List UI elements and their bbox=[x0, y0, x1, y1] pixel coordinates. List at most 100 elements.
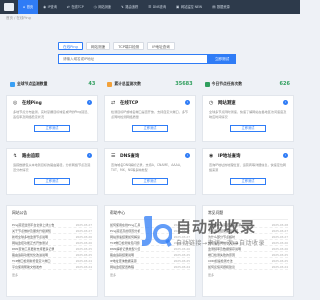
stat-value: 43 bbox=[88, 81, 96, 87]
list-item-title[interactable]: 网站监控配置教程 bbox=[110, 265, 134, 269]
tab-speed[interactable]: 网站测速 bbox=[85, 42, 111, 50]
info-icon: i bbox=[87, 100, 92, 105]
dns-icon: ☰ bbox=[148, 5, 152, 9]
list-item-date: 2025-03-25 bbox=[75, 246, 92, 251]
nav-item-tcp[interactable]: ⇄ 在线TCP bbox=[62, 0, 89, 14]
breadcrumb: 首页 / 在线Ping bbox=[6, 16, 31, 20]
test-button[interactable]: 立即测试 bbox=[34, 178, 70, 185]
main-nav: ⌂ 首页 ◉ IP查询 ⇄ 在线TCP ◷ 网站测速 ↯ 路由追踪 ☰ DNS查询 ▣ 网站监… bbox=[18, 0, 235, 14]
list-item-title[interactable]: 为什么部分节点超时 bbox=[208, 235, 235, 239]
nav-item-data[interactable]: ▤ 数据资源 bbox=[207, 0, 235, 14]
tab-tcp[interactable]: TCP端口检测 bbox=[113, 42, 145, 50]
nav-item-speed[interactable]: ◷ 网站测速 bbox=[89, 0, 116, 14]
list-item-title[interactable]: DNS解析记录类型介绍 bbox=[110, 247, 140, 251]
route-icon: ↯ bbox=[120, 5, 124, 9]
more-link[interactable]: 更多 bbox=[208, 273, 288, 277]
list-item-title[interactable]: TCP端口检测新增自定义端口 bbox=[12, 259, 51, 263]
more-link[interactable]: 更多 bbox=[110, 273, 190, 277]
site-logo[interactable] bbox=[4, 3, 14, 11]
list-item-date: 2025-03-26 bbox=[271, 246, 288, 251]
route-icon: ↯ bbox=[13, 153, 18, 159]
list-item-title[interactable]: 网站监控功能正式开放测试 bbox=[12, 241, 48, 245]
list-item-title[interactable]: 什么是Ping延迟及丢包率 bbox=[208, 223, 241, 227]
list-item-date: 2025-03-24 bbox=[271, 264, 288, 269]
list-item[interactable]: 如何反馈问题和建议 2025-03-24 bbox=[208, 264, 288, 270]
list-item[interactable]: 网站监控配置教程 2025-03-24 bbox=[110, 264, 190, 270]
ip-icon: ◉ bbox=[209, 153, 214, 159]
test-button[interactable]: 立即测试 bbox=[34, 125, 70, 132]
list-item-title[interactable]: DNS查询工具更新支持更多记录 bbox=[12, 247, 54, 251]
more-link[interactable]: 更多 bbox=[12, 273, 92, 277]
list-item-title[interactable]: 如何反馈问题和建议 bbox=[208, 265, 235, 269]
list-item-date: 2025-03-27 bbox=[271, 234, 288, 239]
list-title: 常见问题 bbox=[208, 210, 288, 220]
stats-row: 全球节点监测数量 43 累计总监测次数 35683 今日节点任务次数 626 bbox=[6, 78, 294, 90]
article-lists: 网站公告 Ping延迟监测平台全新上线公告 2025-03-27 关于节点维护及服务… bbox=[6, 205, 294, 297]
list-item-date: 2025-03-27 bbox=[75, 222, 92, 227]
speed-icon: ◷ bbox=[93, 5, 97, 9]
list-item-title[interactable]: 路由追踪结果说明 bbox=[110, 253, 134, 257]
list-item-date: 2025-03-26 bbox=[271, 240, 288, 245]
list-item-date: 2025-03-26 bbox=[173, 240, 190, 245]
list-item-date: 2025-03-26 bbox=[75, 240, 92, 245]
list-item-title[interactable]: Ping延迟高的原因分析 bbox=[110, 229, 140, 233]
nav-item-monitor[interactable]: ▣ 网站监控 NEW bbox=[171, 0, 207, 14]
stat-value: 35683 bbox=[175, 81, 193, 87]
list-item-title[interactable]: 新增全球多地监测节点说明 bbox=[12, 235, 48, 239]
list-item-date: 2025-03-28 bbox=[173, 222, 190, 227]
test-button[interactable]: 立即测试 bbox=[132, 178, 168, 185]
test-button[interactable]: 立即测试 bbox=[230, 125, 266, 132]
list-item-title[interactable]: CDN加速检测方法 bbox=[208, 259, 233, 263]
search-bar: 立即测试 bbox=[58, 54, 236, 64]
stat-value: 626 bbox=[279, 81, 290, 87]
list-item-date: 2025-03-24 bbox=[75, 258, 92, 263]
nav-item-route[interactable]: ↯ 路由追踪 bbox=[116, 0, 143, 14]
search-button[interactable]: 立即测试 bbox=[208, 54, 236, 64]
search-input[interactable] bbox=[58, 54, 208, 64]
list-item-title[interactable]: 节点测试结果差异原因 bbox=[208, 229, 238, 233]
info-icon: i bbox=[87, 153, 92, 158]
list-item-title[interactable]: 如何使用在线Ping工具 bbox=[110, 223, 140, 227]
tool-grid: ◎ 在线Ping i 多地节点分布监测，实时掌握目标域名或IP的Ping延迟、丢包… bbox=[6, 95, 294, 195]
list-item-title[interactable]: 关于节点维护及服务升级通知 bbox=[12, 229, 51, 233]
list-title: 网站公告 bbox=[12, 210, 92, 220]
list-item-title[interactable]: 如何提高网站访问速度 bbox=[208, 241, 238, 245]
list-item-title[interactable]: 网站测速结果如何解读 bbox=[110, 235, 140, 239]
list-item[interactable]: 平台使用帮助文档发布 2025-03-24 bbox=[12, 264, 92, 270]
stat-total: 累计总监测次数 35683 bbox=[103, 78, 196, 90]
info-icon: i bbox=[185, 153, 190, 158]
list-item-date: 2025-03-25 bbox=[271, 258, 288, 263]
list-item-title[interactable]: 监测频率及数据保存说明 bbox=[208, 247, 241, 251]
list-item-date: 2025-03-27 bbox=[173, 234, 190, 239]
list-item-title[interactable]: IP地址查询数据来源 bbox=[110, 259, 137, 263]
info-icon: i bbox=[283, 100, 288, 105]
tool-card-ip: ◉ IP地址查询 i 查询IP地址的地理位置、运营商等详细信息，快速定位网络来源 … bbox=[202, 148, 294, 195]
list-item-title[interactable]: 端口检测失败的原因 bbox=[208, 253, 235, 257]
list-item-date: 2025-03-25 bbox=[271, 252, 288, 257]
tool-card-dns: ☰ DNS查询 i 查询域名DNS解析记录，支持A、CNAME、AAAA、TXT、… bbox=[104, 148, 196, 195]
list-item-title[interactable]: 路由追踪功能优化改进说明 bbox=[12, 253, 48, 257]
tab-ping[interactable]: 在线Ping bbox=[58, 42, 83, 50]
list-item-title[interactable]: 平台使用帮助文档发布 bbox=[12, 265, 42, 269]
tool-card-ping: ◎ 在线Ping i 多地节点分布监测，实时掌握目标域名或IP的Ping延迟、丢包… bbox=[6, 95, 98, 142]
tool-card-route: ↯ 路由追踪 i 追踪数据包从本地到目标的路由路径，分析网络节点及延迟分布情况 立… bbox=[6, 148, 98, 195]
list-item-date: 2025-03-25 bbox=[75, 252, 92, 257]
info-icon: i bbox=[283, 153, 288, 158]
nav-item-dns[interactable]: ☰ DNS查询 bbox=[143, 0, 171, 14]
list-item-date: 2025-03-24 bbox=[173, 264, 190, 269]
tool-tabs: 在线Ping 网站测速 TCP端口检测 IP地址查询 bbox=[58, 42, 175, 50]
tab-ip[interactable]: IP地址查询 bbox=[147, 42, 175, 50]
list-item-date: 2025-03-26 bbox=[173, 246, 190, 251]
top-navbar: ⌂ 首页 ◉ IP查询 ⇄ 在线TCP ◷ 网站测速 ↯ 路由追踪 ☰ DNS查询 ▣ 网站监… bbox=[0, 0, 300, 14]
stat-nodes: 全球节点监测数量 43 bbox=[6, 78, 99, 90]
list-item-date: 2025-03-27 bbox=[75, 228, 92, 233]
nav-item-ip[interactable]: ◉ IP查询 bbox=[38, 0, 62, 14]
nav-item-home[interactable]: ⌂ 首页 bbox=[18, 0, 39, 14]
list-item-date: 2025-03-26 bbox=[75, 234, 92, 239]
ping-icon: ◎ bbox=[13, 100, 18, 106]
test-button[interactable]: 立即测试 bbox=[230, 178, 266, 185]
test-button[interactable]: 立即测试 bbox=[132, 125, 168, 132]
home-icon: ⌂ bbox=[23, 5, 26, 9]
list-item-title[interactable]: TCP端口检测常见问题 bbox=[110, 241, 140, 245]
list-item-title[interactable]: Ping延迟监测平台全新上线公告 bbox=[12, 223, 54, 227]
